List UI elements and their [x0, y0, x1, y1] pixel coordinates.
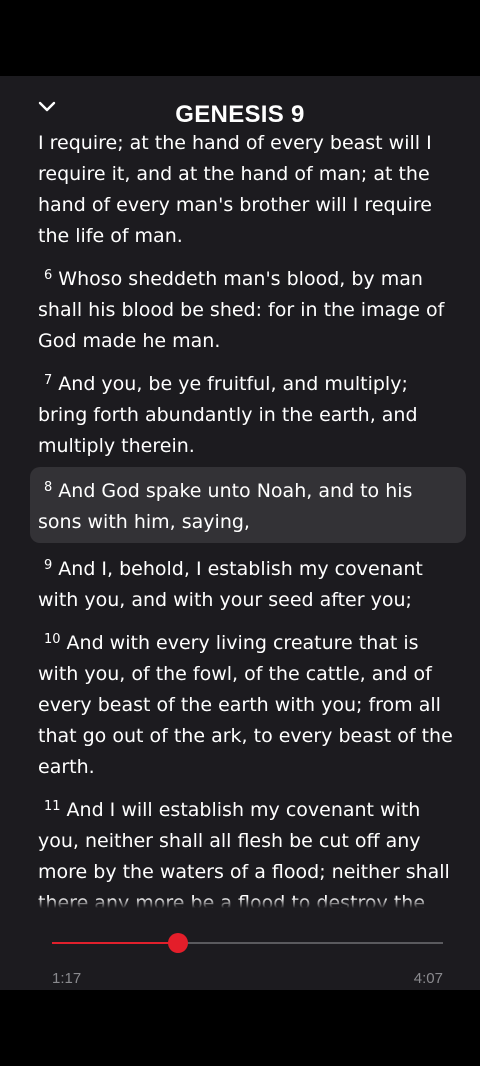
verse-item[interactable]: 9 And I, behold, I establish my covenant …: [30, 550, 466, 616]
screen: GENESIS 9 I require; at the hand of ever…: [0, 0, 480, 1066]
verse-list: I require; at the hand of every beast wi…: [30, 128, 466, 908]
verse-text: And I, behold, I establish my covenant w…: [38, 558, 423, 611]
verse-item[interactable]: 7 And you, be ye fruitful, and multiply; …: [30, 365, 466, 462]
verse-number: 7: [44, 373, 53, 388]
verse-text: And with every living creature that is w…: [38, 632, 453, 778]
reader-panel: GENESIS 9 I require; at the hand of ever…: [0, 76, 480, 990]
scripture-text[interactable]: I require; at the hand of every beast wi…: [30, 128, 466, 908]
chapter-title: GENESIS 9: [175, 101, 305, 128]
verse-text: And I will establish my covenant with yo…: [38, 799, 450, 908]
verse-text: And you, be ye fruitful, and multiply; b…: [38, 373, 418, 457]
verse-number: 10: [44, 632, 61, 647]
elapsed-time: 1:17: [52, 970, 82, 987]
verse-number: 11: [44, 799, 61, 814]
verse-item[interactable]: I require; at the hand of every beast wi…: [30, 128, 466, 252]
seek-progress: [52, 942, 178, 944]
verse-item[interactable]: 10 And with every living creature that is…: [30, 624, 466, 783]
verse-number: 8: [44, 480, 53, 495]
verse-text: I require; at the hand of every beast wi…: [38, 132, 432, 247]
verse-text: And God spake unto Noah, and to his sons…: [38, 480, 413, 533]
total-time: 4:07: [413, 970, 443, 987]
seek-thumb[interactable]: [167, 933, 188, 953]
verse-item[interactable]: 8 And God spake unto Noah, and to his son…: [30, 467, 466, 543]
verse-item[interactable]: 11 And I will establish my covenant with …: [30, 791, 466, 908]
text-fade: [30, 898, 466, 908]
seek-bar[interactable]: [52, 933, 443, 953]
verse-text: Whoso sheddeth man's blood, by man shall…: [38, 268, 445, 352]
verse-item[interactable]: 6 Whoso sheddeth man's blood, by man shal…: [30, 260, 466, 357]
verse-number: 6: [44, 268, 53, 283]
verse-number: 9: [44, 558, 53, 573]
